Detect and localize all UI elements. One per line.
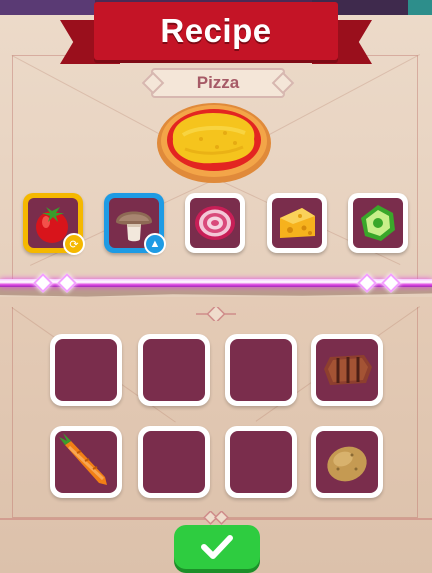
dish-slot-potato[interactable]: [311, 426, 383, 498]
grilled-meat-icon: [324, 355, 372, 385]
pepper-icon: [361, 205, 395, 241]
confirm-button[interactable]: [174, 525, 260, 569]
dish-slot-empty[interactable]: [225, 426, 297, 498]
ingredient-slot-onion[interactable]: [185, 193, 245, 253]
recipe-name-plate: Pizza: [151, 68, 285, 98]
carrot-icon: [59, 433, 107, 485]
title-banner: Recipe: [94, 2, 338, 60]
dish-slot-carrot[interactable]: [50, 426, 122, 498]
chop-icon: ⟳: [63, 233, 85, 255]
onion-icon: [195, 206, 235, 240]
cheese-icon: [280, 208, 315, 238]
ornament-icon: [203, 511, 229, 525]
recipe-screen: Recipe Pizza ⟳ ▲: [0, 0, 432, 573]
dish-slot-empty[interactable]: [138, 426, 210, 498]
ingredient-slot-cheese[interactable]: [267, 193, 327, 253]
ornament-icon: [196, 307, 236, 321]
checkmark-icon: [201, 535, 233, 559]
flame-icon: ▲: [144, 233, 166, 255]
ingredient-slot-mushroom[interactable]: ▲: [104, 193, 166, 255]
ingredient-slot-pepper[interactable]: [348, 193, 408, 253]
page-title: Recipe: [160, 12, 272, 49]
potato-icon: [327, 446, 367, 482]
pizza-icon: [157, 103, 271, 183]
dish-slot-empty[interactable]: [225, 334, 297, 406]
dish-slot-meat[interactable]: [311, 334, 383, 406]
ingredient-slot-tomato[interactable]: ⟳: [23, 193, 85, 255]
dish-slot-empty[interactable]: [50, 334, 122, 406]
recipe-name: Pizza: [196, 73, 240, 92]
dish-slot-empty[interactable]: [138, 334, 210, 406]
